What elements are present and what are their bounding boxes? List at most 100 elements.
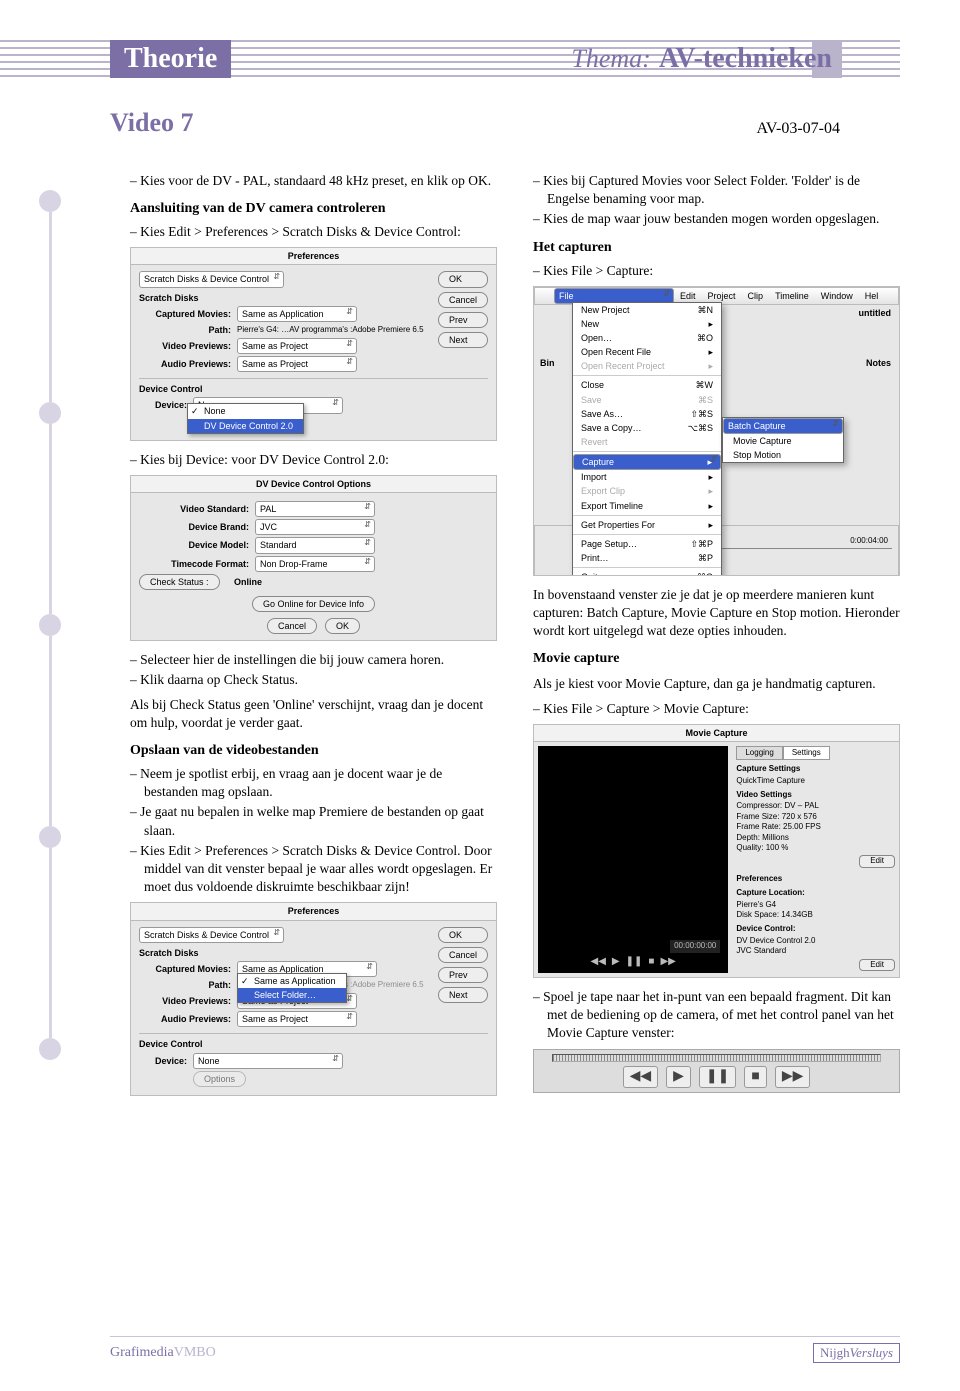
next-button[interactable]: Next — [438, 332, 488, 348]
go-online-button[interactable]: Go Online for Device Info — [252, 596, 375, 612]
ok-button[interactable]: OK — [438, 271, 488, 287]
menu-item[interactable]: Export Timeline▸ — [573, 499, 721, 513]
next-button[interactable]: Next — [438, 987, 488, 1003]
window-title: Preferences — [131, 903, 496, 920]
video-previews-label: Video Previews: — [139, 340, 231, 352]
captured-movies-label: Captured Movies: — [139, 308, 231, 320]
list-item: Kies File > Capture: — [547, 262, 900, 280]
prefs-section-dropdown[interactable]: Scratch Disks & Device Control — [139, 927, 284, 943]
pause-button[interactable]: ❚❚ — [699, 1066, 736, 1089]
capture-preview: 00:00:00:00 ◀◀ ▶ ❚❚ ■ ▶▶ — [538, 746, 728, 973]
menu-item[interactable]: Get Properties For▸ — [573, 518, 721, 532]
video-previews-label: Video Previews: — [139, 995, 231, 1007]
menu-item[interactable]: Open Recent File▸ — [573, 345, 721, 359]
menu-window[interactable]: Window — [815, 288, 859, 304]
device-control-label: Device Control — [139, 378, 488, 395]
path-label: Path: — [139, 979, 231, 991]
device-brand-select[interactable]: JVC — [255, 519, 375, 535]
sec1-list: Kies Edit > Preferences > Scratch Disks … — [130, 223, 497, 241]
video-standard-select[interactable]: PAL — [255, 501, 375, 517]
menu-item[interactable]: Print…⌘P — [573, 551, 721, 565]
ok-button[interactable]: OK — [438, 927, 488, 943]
menu-item[interactable]: Capture▸ — [573, 454, 721, 470]
menu-clip[interactable]: Clip — [742, 288, 770, 304]
rewind-icon[interactable]: ◀◀ — [591, 955, 606, 969]
footer-left-logo: GrafimediaVMBO — [110, 1345, 216, 1361]
options-button[interactable]: Options — [193, 1071, 246, 1087]
versluys-text: Versluys — [850, 1345, 893, 1360]
dropdown-option[interactable]: Same as Application — [238, 974, 346, 988]
device-model-select[interactable]: Standard — [255, 537, 375, 553]
menu-item[interactable]: Quit⌘Q — [573, 570, 721, 576]
menu-item[interactable]: Save a Copy…⌥⌘S — [573, 421, 721, 435]
ffwd-button[interactable]: ▶▶ — [775, 1066, 811, 1089]
movie-capture-intro: Als je kiest voor Movie Capture, dan ga … — [533, 675, 900, 693]
device-select[interactable]: None — [193, 1053, 343, 1069]
transport-scrubber[interactable] — [552, 1054, 880, 1062]
captured-movies-select[interactable]: Same as Application — [237, 306, 357, 322]
play-icon[interactable]: ▶ — [612, 955, 620, 969]
list-item: Kies de map waar jouw bestanden mogen wo… — [547, 210, 900, 228]
device-control-header: Device Control: — [736, 924, 895, 934]
menu-item[interactable]: New▸ — [573, 317, 721, 331]
check-status-button[interactable]: Check Status : — [139, 574, 220, 590]
cancel-button[interactable]: Cancel — [438, 292, 488, 308]
menu-item[interactable]: Open…⌘O — [573, 331, 721, 345]
right-intro-list: Kies bij Captured Movies voor Select Fol… — [533, 172, 900, 229]
apple-menu-icon[interactable]:  — [535, 288, 554, 304]
pause-icon[interactable]: ❚❚ — [626, 955, 643, 969]
dropdown-option-select-folder[interactable]: Select Folder… — [238, 988, 346, 1002]
check-status-value: Online — [234, 576, 262, 588]
dev-ctl-line: DV Device Control 2.0 — [736, 936, 895, 946]
device-option-dv[interactable]: DV Device Control 2.0 — [188, 419, 303, 433]
sec2-list: Neem je spotlist erbij, en vraag aan je … — [130, 765, 497, 897]
device-option-none[interactable]: None — [188, 404, 303, 418]
intro-list: Kies voor de DV - PAL, standaard 48 kHz … — [130, 172, 497, 190]
menu-item[interactable]: New Project⌘N — [573, 303, 721, 317]
menu-item[interactable]: Save As…⇧⌘S — [573, 407, 721, 421]
project-title: untitled — [859, 307, 892, 319]
screenshot-preferences-1: Preferences OK Cancel Prev Next Scratch … — [130, 247, 497, 440]
submenu-batch-capture[interactable]: Batch Capture — [723, 418, 843, 434]
menu-item[interactable]: Import▸ — [573, 470, 721, 484]
timecode: 00:00:00:00 — [670, 940, 720, 953]
menu-item[interactable]: Page Setup…⇧⌘P — [573, 537, 721, 551]
thema-title: Thema: AV-technieken — [563, 40, 840, 78]
vs-line: Compressor: DV – PAL — [736, 801, 895, 811]
list-item: Kies File > Capture > Movie Capture: — [547, 700, 900, 718]
menu-timeline[interactable]: Timeline — [769, 288, 815, 304]
audio-previews-select[interactable]: Same as Project — [237, 1011, 357, 1027]
video-settings-header: Video Settings — [736, 790, 895, 800]
content-columns: Kies voor de DV - PAL, standaard 48 kHz … — [0, 138, 960, 1106]
stop-icon[interactable]: ■ — [648, 955, 654, 969]
audio-previews-select[interactable]: Same as Project — [237, 356, 357, 372]
captured-movies-dropdown-open: Same as Application Select Folder… — [237, 973, 347, 1003]
rewind-button[interactable]: ◀◀ — [623, 1066, 659, 1089]
tab-logging[interactable]: Logging — [736, 746, 782, 760]
prev-button[interactable]: Prev — [438, 312, 488, 328]
tab-settings[interactable]: Settings — [783, 746, 830, 760]
capture-settings-panel: Logging Settings Capture Settings QuickT… — [732, 742, 899, 977]
play-button[interactable]: ▶ — [666, 1066, 691, 1089]
prefs-section-dropdown[interactable]: Scratch Disks & Device Control — [139, 271, 284, 287]
edit-button[interactable]: Edit — [859, 959, 895, 971]
cap-loc-line: Disk Space: 14.34GB — [736, 910, 895, 920]
submenu-stop-motion[interactable]: Stop Motion — [723, 448, 843, 462]
timecode-format-select[interactable]: Non Drop-Frame — [255, 556, 375, 572]
edit-button[interactable]: Edit — [859, 855, 895, 867]
grafimedia-text: Grafimedia — [110, 1345, 174, 1360]
capture-settings-header: Capture Settings — [736, 764, 895, 774]
menu-item[interactable]: Close⌘W — [573, 378, 721, 392]
cancel-button[interactable]: Cancel — [267, 618, 317, 634]
transport-controls: ◀◀ ▶ ❚❚ ■ ▶▶ — [542, 955, 724, 969]
ok-button[interactable]: OK — [325, 618, 360, 634]
stop-button[interactable]: ■ — [744, 1066, 766, 1089]
ffwd-icon[interactable]: ▶▶ — [660, 955, 675, 969]
screenshot-file-menu:  File Edit Project Clip Timeline Window… — [533, 286, 900, 576]
menu-help[interactable]: Hel — [859, 288, 885, 304]
list-item: Neem je spotlist erbij, en vraag aan je … — [144, 765, 497, 801]
vs-line: Frame Rate: 25.00 FPS — [736, 822, 895, 832]
video-previews-select[interactable]: Same as Project — [237, 338, 357, 354]
list-item: Spoel je tape naar het in-punt van een b… — [547, 988, 900, 1043]
submenu-movie-capture[interactable]: Movie Capture — [723, 434, 843, 448]
